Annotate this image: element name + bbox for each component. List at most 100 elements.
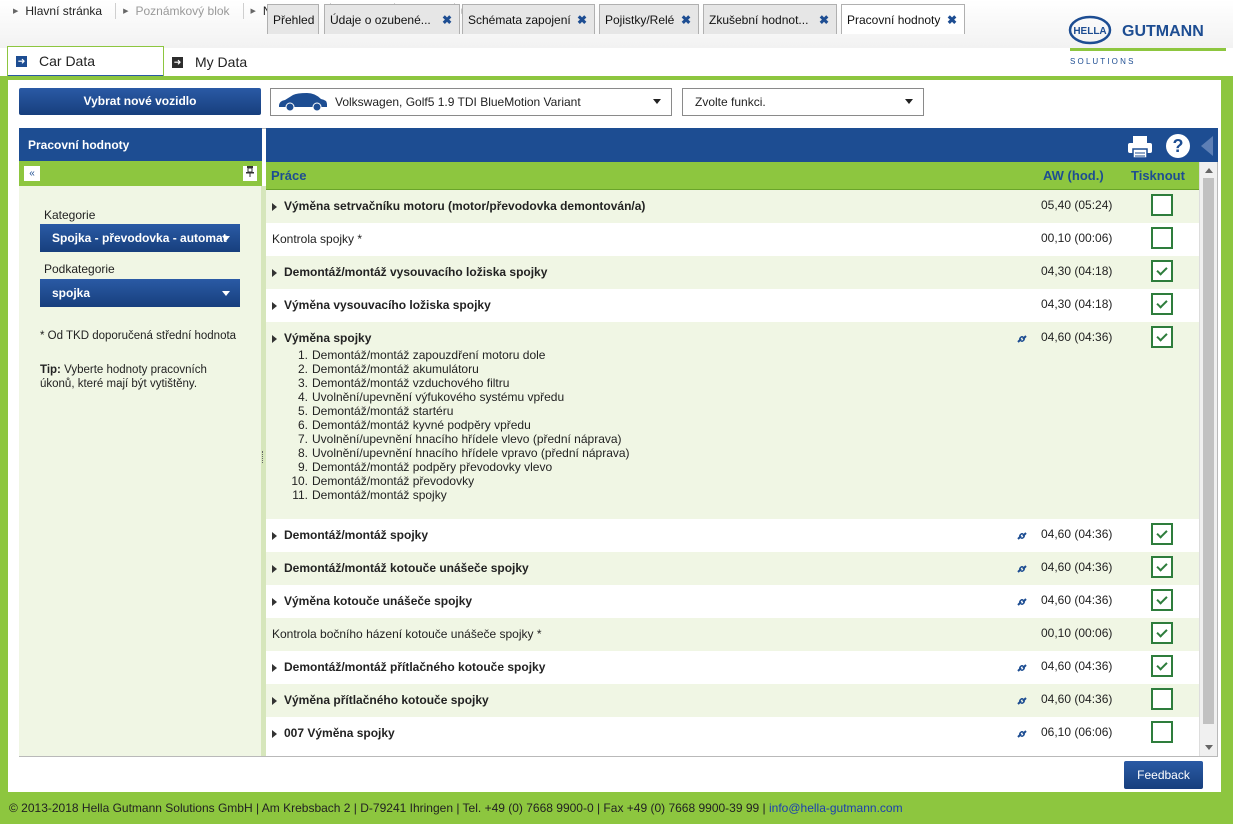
content-tab[interactable]: Pracovní hodnoty ✖	[841, 4, 965, 34]
link-icon[interactable]	[1016, 663, 1028, 673]
step-number: 9.	[297, 460, 308, 474]
table-row[interactable]: Výměna vysouvacího ložiska spojky 04,30 (…	[266, 289, 1199, 322]
subcategory-dropdown[interactable]: spojka	[40, 279, 240, 307]
work-step: 9. Demontáž/montáž podpěry převodovky vle…	[284, 460, 630, 474]
table-row[interactable]: Výměna spojky 1. Demontáž/montáž zapouzdře…	[266, 322, 1199, 519]
logo-solutions-text: S O L U T I O N S	[1070, 57, 1133, 66]
frame-top-border	[0, 76, 1233, 80]
step-text: Demontáž/montáž převodovky	[312, 474, 475, 488]
category-dropdown[interactable]: Spojka - převodovka - automat	[40, 224, 240, 252]
aw-value: 04,60 (04:36)	[1041, 527, 1113, 541]
link-icon[interactable]	[1016, 597, 1028, 607]
print-checkbox[interactable]	[1151, 688, 1173, 710]
expand-arrow-icon[interactable]	[272, 203, 277, 211]
print-checkbox[interactable]	[1151, 260, 1173, 282]
expand-arrow-icon[interactable]	[272, 302, 277, 310]
collapse-icon[interactable]: «	[24, 166, 40, 181]
table-row[interactable]: 007 Výměna spojky 06,10 (06:06)	[266, 717, 1199, 750]
close-icon[interactable]: ✖	[947, 13, 957, 27]
content-tab-label: Pracovní hodnoty	[847, 12, 941, 27]
work-step: 3. Demontáž/montáž vzduchového filtru	[284, 376, 630, 390]
close-icon[interactable]: ✖	[577, 13, 587, 27]
left-panel-toolbar: «	[19, 161, 262, 186]
nav-item-label: Poznámkový blok	[135, 4, 230, 18]
footer-email-link[interactable]: info@hella-gutmann.com	[769, 801, 903, 815]
select-new-vehicle-button[interactable]: Vybrat nové vozidlo	[19, 88, 261, 115]
table-row[interactable]: Demontáž/montáž přítlačného kotouče spoj…	[266, 651, 1199, 684]
scrollbar-thumb[interactable]	[1203, 178, 1214, 724]
print-checkbox[interactable]	[1151, 655, 1173, 677]
table-row[interactable]: Demontáž/montáž spojky 04,60 (04:36)	[266, 519, 1199, 552]
pin-icon[interactable]	[243, 166, 257, 181]
content-tab[interactable]: Zkušební hodnot... ✖	[703, 4, 837, 34]
work-name: Výměna vysouvacího ložiska spojky	[284, 298, 491, 312]
aw-value: 04,60 (04:36)	[1041, 593, 1113, 607]
step-text: Uvolnění/upevnění výfukového systému vpř…	[312, 390, 565, 404]
subcategory-value: spojka	[52, 286, 91, 300]
aw-value: 00,10 (00:06)	[1041, 231, 1113, 245]
tab-my-data[interactable]: ➜ My Data	[164, 46, 259, 78]
main-tabs: ➜ Car Data ➜ My Data	[7, 46, 259, 78]
link-icon[interactable]	[1016, 531, 1028, 541]
scroll-up-icon[interactable]	[1205, 168, 1213, 173]
expand-arrow-icon[interactable]	[272, 697, 277, 705]
print-checkbox[interactable]	[1151, 556, 1173, 578]
expand-arrow-icon[interactable]	[272, 335, 277, 343]
expand-arrow-icon[interactable]	[272, 269, 277, 277]
vehicle-dropdown[interactable]: Volkswagen, Golf5 1.9 TDI BlueMotion Var…	[270, 88, 672, 116]
step-number: 10.	[291, 474, 308, 488]
expand-arrow-icon[interactable]	[272, 664, 277, 672]
print-checkbox[interactable]	[1151, 326, 1173, 348]
print-icon[interactable]	[1127, 135, 1153, 159]
aw-value: 04,30 (04:18)	[1041, 297, 1113, 311]
work-step: 1. Demontáž/montáž zapouzdření motoru dol…	[284, 348, 630, 362]
table-row[interactable]: Výměna setrvačníku motoru (motor/převodo…	[266, 190, 1199, 223]
table-row[interactable]: Výměna přítlačného kotouče spojky 04,60 (…	[266, 684, 1199, 717]
table-scrollbar[interactable]	[1199, 162, 1217, 756]
tab-car-data[interactable]: ➜ Car Data	[7, 46, 164, 78]
link-icon[interactable]	[1016, 729, 1028, 739]
link-icon[interactable]	[1016, 696, 1028, 706]
print-checkbox[interactable]	[1151, 523, 1173, 545]
print-checkbox[interactable]	[1151, 293, 1173, 315]
print-checkbox[interactable]	[1151, 194, 1173, 216]
expand-arrow-icon[interactable]	[272, 532, 277, 540]
tabs-scroll-icon[interactable]	[1201, 136, 1213, 156]
nav-item[interactable]: ▶ Hlavní stránka	[6, 3, 115, 19]
close-icon[interactable]: ✖	[681, 13, 691, 27]
nav-item[interactable]: ▶ Poznámkový blok	[115, 3, 242, 19]
feedback-button[interactable]: Feedback	[1124, 761, 1203, 789]
nav-item-label: Hlavní stránka	[25, 4, 103, 18]
link-icon[interactable]	[1016, 564, 1028, 574]
table-row[interactable]: Výměna kotouče unášeče spojky 04,60 (04:3…	[266, 585, 1199, 618]
content-tab-label: Pojistky/Relé	[605, 12, 675, 27]
content-tab[interactable]: Údaje o ozubené... ✖	[324, 4, 460, 34]
table-row[interactable]: Kontrola bočního házení kotouče unášeče …	[266, 618, 1199, 651]
work-name: 007 Výměna spojky	[284, 726, 395, 740]
print-checkbox[interactable]	[1151, 622, 1173, 644]
close-icon[interactable]: ✖	[819, 13, 829, 27]
work-steps-list: 1. Demontáž/montáž zapouzdření motoru dol…	[284, 348, 630, 502]
expand-arrow-icon[interactable]	[272, 598, 277, 606]
checkmark-icon	[1156, 330, 1168, 342]
table-row[interactable]: Demontáž/montáž vysouvacího ložiska spoj…	[266, 256, 1199, 289]
content-tab[interactable]: Pojistky/Relé ✖	[599, 4, 699, 34]
content-tab[interactable]: Přehled	[267, 4, 319, 34]
print-checkbox[interactable]	[1151, 227, 1173, 249]
expand-arrow-icon[interactable]	[272, 730, 277, 738]
table-row[interactable]: Demontáž/montáž kotouče unášeče spojky 04…	[266, 552, 1199, 585]
expand-arrow-icon[interactable]	[272, 565, 277, 573]
help-icon[interactable]: ?	[1166, 134, 1190, 158]
table-row[interactable]: Kontrola spojky * 00,10 (00:06)	[266, 223, 1199, 256]
content-tab[interactable]: Schémata zapojení ✖	[462, 4, 595, 34]
arrow-right-icon: ▶	[123, 8, 129, 15]
print-checkbox[interactable]	[1151, 589, 1173, 611]
function-dropdown[interactable]: Zvolte funkci.	[682, 88, 924, 116]
print-checkbox[interactable]	[1151, 721, 1173, 743]
link-icon[interactable]	[1016, 334, 1028, 344]
hella-gutmann-logo: HELLA GUTMANN S O L U T I O N S	[1068, 15, 1226, 66]
content-tab-label: Zkušební hodnot...	[709, 12, 809, 27]
tip-note: Tip: Vyberte hodnoty pracovních úkonů, k…	[40, 363, 240, 391]
scroll-down-icon[interactable]	[1205, 745, 1213, 750]
close-icon[interactable]: ✖	[442, 13, 452, 27]
